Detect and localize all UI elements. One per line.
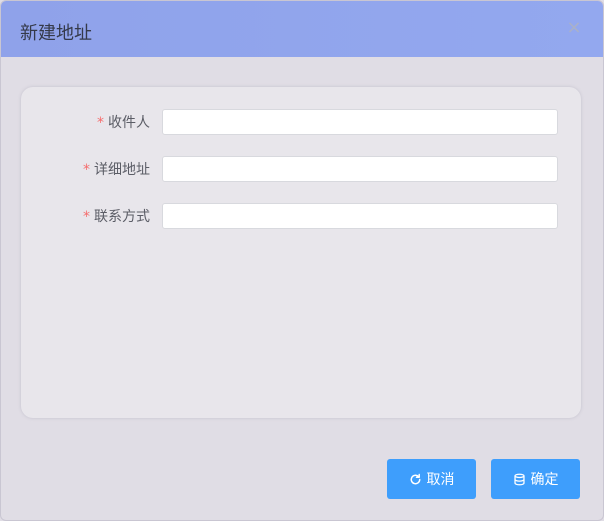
database-icon — [513, 473, 526, 486]
address-label-text: 详细地址 — [94, 162, 150, 178]
required-mark: * — [97, 115, 104, 131]
contact-label: * 联系方式 — [83, 208, 150, 226]
required-mark: * — [83, 162, 90, 178]
cancel-button-label: 取消 — [426, 472, 455, 488]
recipient-input[interactable] — [162, 109, 558, 135]
contact-input[interactable] — [162, 203, 558, 229]
address-label: * 详细地址 — [83, 161, 150, 179]
address-input[interactable] — [162, 156, 558, 182]
dialog-title: 新建地址 — [20, 23, 92, 44]
confirm-button[interactable]: 确定 — [491, 459, 580, 499]
required-mark: * — [83, 209, 90, 225]
new-address-dialog: 新建地址 × * 收件人 * 详细地址 * 联系方式 取消 确定 — [0, 0, 604, 521]
recipient-label-text: 收件人 — [108, 115, 150, 131]
form-row-recipient: * 收件人 — [21, 109, 581, 137]
refresh-icon — [409, 473, 422, 486]
close-icon[interactable]: × — [565, 19, 583, 37]
recipient-label: * 收件人 — [97, 114, 150, 132]
cancel-button[interactable]: 取消 — [387, 459, 476, 499]
contact-label-text: 联系方式 — [94, 209, 150, 225]
address-form: * 收件人 * 详细地址 * 联系方式 — [21, 87, 581, 418]
confirm-button-label: 确定 — [530, 472, 559, 488]
dialog-header: 新建地址 × — [1, 1, 603, 57]
form-row-contact: * 联系方式 — [21, 203, 581, 231]
form-row-address: * 详细地址 — [21, 156, 581, 184]
